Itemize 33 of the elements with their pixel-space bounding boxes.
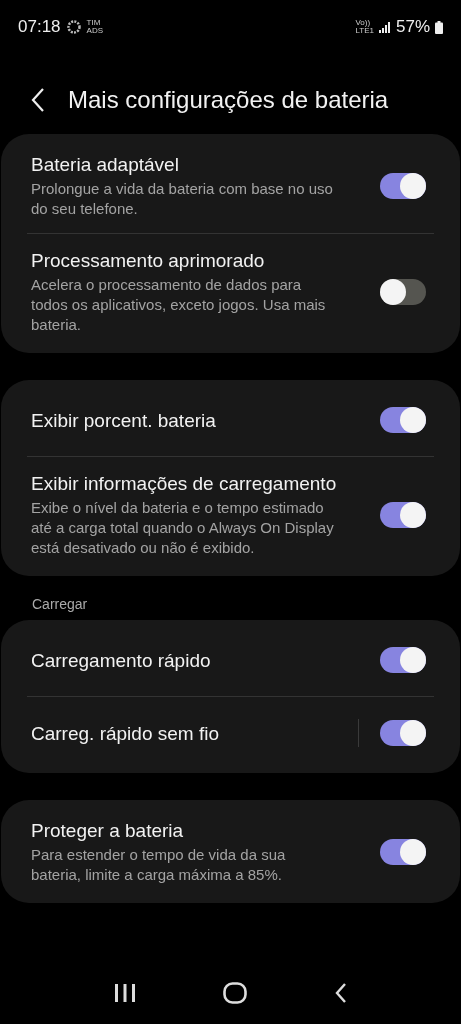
battery-percent: 57% bbox=[395, 17, 430, 37]
carrier-label: TIM bbox=[86, 19, 102, 27]
volte-label: Vo)) bbox=[355, 19, 371, 27]
carrier-label: ADS bbox=[86, 27, 103, 35]
battery-icon bbox=[435, 20, 443, 34]
setting-title: Bateria adaptável bbox=[31, 153, 180, 177]
toggle-switch[interactable] bbox=[380, 647, 426, 673]
toggle-switch[interactable] bbox=[380, 278, 426, 305]
page-title: Mais configurações de bateria bbox=[68, 86, 389, 114]
toggle-switch[interactable] bbox=[380, 720, 426, 746]
toggle-switch[interactable] bbox=[380, 172, 426, 199]
home-icon[interactable] bbox=[222, 982, 247, 1004]
setting-description: Acelera o processamento de dados para todos os aplicativos, exceto jogos. Usa mais bateria. bbox=[31, 275, 327, 335]
setting-title: Carregamento rápido bbox=[31, 648, 212, 673]
toggle-switch[interactable] bbox=[380, 501, 426, 528]
setting-title: Exibir informações de carregamento bbox=[31, 472, 338, 496]
setting-title: Carreg. rápido sem fio bbox=[31, 721, 220, 746]
setting-description: Prolongue a vida da bateria com base no uso do seu telefone. bbox=[31, 179, 334, 219]
sync-icon bbox=[65, 19, 82, 35]
signal-icon bbox=[378, 21, 391, 33]
setting-title: Exibir porcent. bateria bbox=[31, 408, 217, 433]
toggle-switch[interactable] bbox=[380, 407, 426, 433]
back-icon[interactable] bbox=[333, 982, 348, 1004]
section-label: Carregar bbox=[31, 596, 89, 614]
toggle-switch[interactable] bbox=[380, 838, 426, 865]
setting-description: Para estender o tempo de vida da sua bateria, limite a carga máxima a 85%. bbox=[31, 845, 287, 885]
clock-time: 07:18 bbox=[18, 17, 61, 37]
volte-label: LTE1 bbox=[355, 27, 374, 35]
recent-apps-icon[interactable] bbox=[113, 983, 136, 1003]
setting-title: Processamento aprimorado bbox=[31, 249, 266, 273]
setting-description: Exibe o nível da bateria e o tempo estimado até a carga total quando o Always On Display está desativado ou não é exibido. bbox=[31, 498, 335, 558]
setting-title: Proteger a bateria bbox=[31, 819, 185, 843]
back-icon[interactable] bbox=[30, 87, 46, 113]
